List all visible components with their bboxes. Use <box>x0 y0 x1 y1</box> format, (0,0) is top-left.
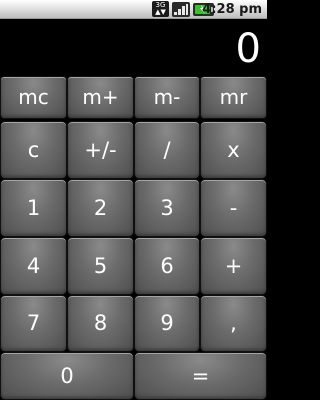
digit-6-button[interactable]: 6 <box>134 237 200 295</box>
key-label: c <box>27 138 40 162</box>
3g-network-icon: 3G ▲▼ <box>152 1 169 17</box>
keypad: mc m+ m- mr c +/- / x 1 2 3 - 4 5 6 + 7 … <box>0 76 267 400</box>
key-label: mc <box>18 85 49 109</box>
key-label: mr <box>219 85 248 109</box>
digit-5-button[interactable]: 5 <box>67 237 134 295</box>
key-label: m+ <box>82 85 119 109</box>
add-button[interactable]: + <box>200 237 267 295</box>
calculator-display: 0 <box>0 19 267 76</box>
key-label: 3 <box>160 196 174 220</box>
key-label: 1 <box>26 196 41 220</box>
equals-button[interactable]: = <box>134 352 267 400</box>
calculator-screen: 3G ▲▼ 4:28 pm 0 mc m+ m- mr c +/- / x 1 … <box>0 0 267 400</box>
signal-strength-icon <box>172 2 190 17</box>
key-label: 4 <box>26 254 41 278</box>
key-label: m- <box>153 85 181 109</box>
memory-recall-button[interactable]: mr <box>200 76 267 119</box>
key-label: = <box>191 364 210 388</box>
key-label: 7 <box>26 311 41 335</box>
key-label: 6 <box>160 254 174 278</box>
digit-3-button[interactable]: 3 <box>134 179 200 237</box>
key-label: x <box>227 138 240 162</box>
comma-button[interactable]: , <box>200 295 267 352</box>
key-label: 0 <box>60 364 74 388</box>
digit-1-button[interactable]: 1 <box>0 179 67 237</box>
key-label: 8 <box>93 311 108 335</box>
digit-4-button[interactable]: 4 <box>0 237 67 295</box>
digit-0-button[interactable]: 0 <box>0 352 134 400</box>
plus-minus-button[interactable]: +/- <box>67 121 134 179</box>
key-label: 2 <box>93 196 108 220</box>
key-label: +/- <box>84 138 117 162</box>
digit-9-button[interactable]: 9 <box>134 295 200 352</box>
key-label: , <box>230 311 237 335</box>
multiply-button[interactable]: x <box>200 121 267 179</box>
key-label: 5 <box>93 254 108 278</box>
memory-subtract-button[interactable]: m- <box>134 76 200 119</box>
key-label: / <box>163 138 171 162</box>
subtract-button[interactable]: - <box>200 179 267 237</box>
status-clock: 4:28 pm <box>202 2 262 17</box>
key-label: 9 <box>160 311 174 335</box>
clear-button[interactable]: c <box>0 121 67 179</box>
status-bar: 3G ▲▼ 4:28 pm <box>0 0 267 19</box>
memory-clear-button[interactable]: mc <box>0 76 67 119</box>
key-label: + <box>224 254 243 278</box>
digit-7-button[interactable]: 7 <box>0 295 67 352</box>
divide-button[interactable]: / <box>134 121 200 179</box>
digit-8-button[interactable]: 8 <box>67 295 134 352</box>
memory-add-button[interactable]: m+ <box>67 76 134 119</box>
digit-2-button[interactable]: 2 <box>67 179 134 237</box>
display-value: 0 <box>235 26 261 72</box>
key-label: - <box>229 196 238 220</box>
